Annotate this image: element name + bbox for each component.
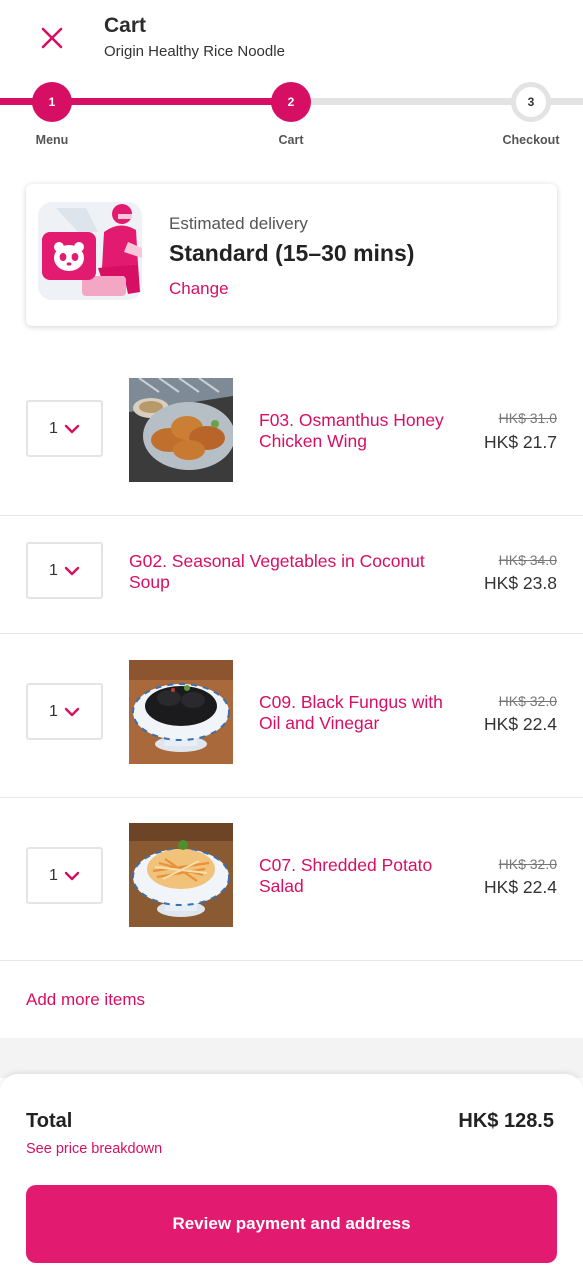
original-price: HK$ 31.0 [498,410,557,426]
restaurant-name: Origin Healthy Rice Noodle [104,43,285,60]
total-amount: HK$ 128.5 [458,1110,554,1132]
item-name[interactable]: C09. Black Fungus with Oil and Vinegar [259,692,459,734]
section-divider [0,1038,583,1078]
estimated-delivery-label: Estimated delivery [169,214,308,233]
discounted-price: HK$ 22.4 [484,877,557,897]
step-menu-label: Menu [35,133,69,147]
step-checkout-label: Checkout [502,133,560,147]
step-number: 1 [48,95,56,109]
item-name-line: Salad [259,876,304,896]
page-title: Cart [104,14,147,37]
cart-item: 1 C09. Black Fungus with Oil and Vinegar… [0,634,583,798]
original-price: HK$ 32.0 [498,856,557,872]
step-cart-label: Cart [278,133,304,147]
quantity-dropdown[interactable]: 1 [26,400,103,457]
original-price: HK$ 32.0 [498,693,557,709]
discounted-price: HK$ 23.8 [484,573,557,593]
quantity-dropdown[interactable]: 1 [26,847,103,904]
item-name[interactable]: F03. Osmanthus Honey Chicken Wing [259,410,459,452]
original-price: HK$ 34.0 [498,552,557,568]
black-fungus-photo [129,660,233,764]
checkout-stepper: 1 Menu 2 Cart 3 Checkout [0,80,583,160]
step-number: 3 [527,95,535,109]
quantity-value: 1 [49,702,58,720]
delivery-rider-illustration [38,202,142,300]
item-name-line: Soup [129,572,170,592]
step-menu-dot[interactable]: 1 [32,82,72,122]
cart-header: Cart Origin Healthy Rice Noodle [0,0,583,80]
delivery-estimate-card: Estimated delivery Standard (15–30 mins)… [26,184,557,326]
item-name-line: G02. Seasonal Vegetables in Coconut [129,551,425,571]
chevron-down-icon [64,566,80,575]
delivery-option: Standard (15–30 mins) [169,240,414,267]
delivery-type: Standard [169,240,269,266]
close-button[interactable] [36,22,68,54]
discounted-price: HK$ 22.4 [484,714,557,734]
step-checkout-dot: 3 [511,82,551,122]
change-delivery-link[interactable]: Change [169,279,229,299]
item-name-line: Chicken Wing [259,431,367,451]
quantity-dropdown[interactable]: 1 [26,542,103,599]
chevron-down-icon [64,707,80,716]
item-name-line: F03. Osmanthus Honey [259,410,444,430]
item-name-line: C07. Shredded Potato [259,855,433,875]
close-icon [41,27,63,49]
chicken-wing-photo [129,378,233,482]
item-name-line: C09. Black Fungus with [259,692,443,712]
quantity-value: 1 [49,561,58,579]
quantity-value: 1 [49,866,58,884]
total-label: Total [26,1110,73,1132]
review-payment-button[interactable]: Review payment and address [26,1185,557,1263]
discounted-price: HK$ 21.7 [484,432,557,452]
cart-item: 1 C07. Shredded Potato Salad HK$ 32.0 HK… [0,798,583,961]
delivery-time: (15–30 mins) [275,240,415,266]
item-name[interactable]: G02. Seasonal Vegetables in Coconut Soup [129,551,459,593]
price-breakdown-link[interactable]: See price breakdown [26,1141,162,1157]
item-name[interactable]: C07. Shredded Potato Salad [259,855,459,897]
add-more-items-link[interactable]: Add more items [26,990,145,1010]
quantity-value: 1 [49,419,58,437]
cart-item: 1 F03. Osmanthus Honey Chicken Wing HK$ … [0,350,583,516]
order-summary-panel: Total HK$ 128.5 See price breakdown Revi… [0,1074,583,1283]
item-name-line: Oil and Vinegar [259,713,380,733]
potato-salad-photo [129,823,233,927]
step-number: 2 [287,95,295,109]
chevron-down-icon [64,871,80,880]
step-cart-dot: 2 [271,82,311,122]
chevron-down-icon [64,424,80,433]
quantity-dropdown[interactable]: 1 [26,683,103,740]
cart-item: 1 G02. Seasonal Vegetables in Coconut So… [0,516,583,634]
